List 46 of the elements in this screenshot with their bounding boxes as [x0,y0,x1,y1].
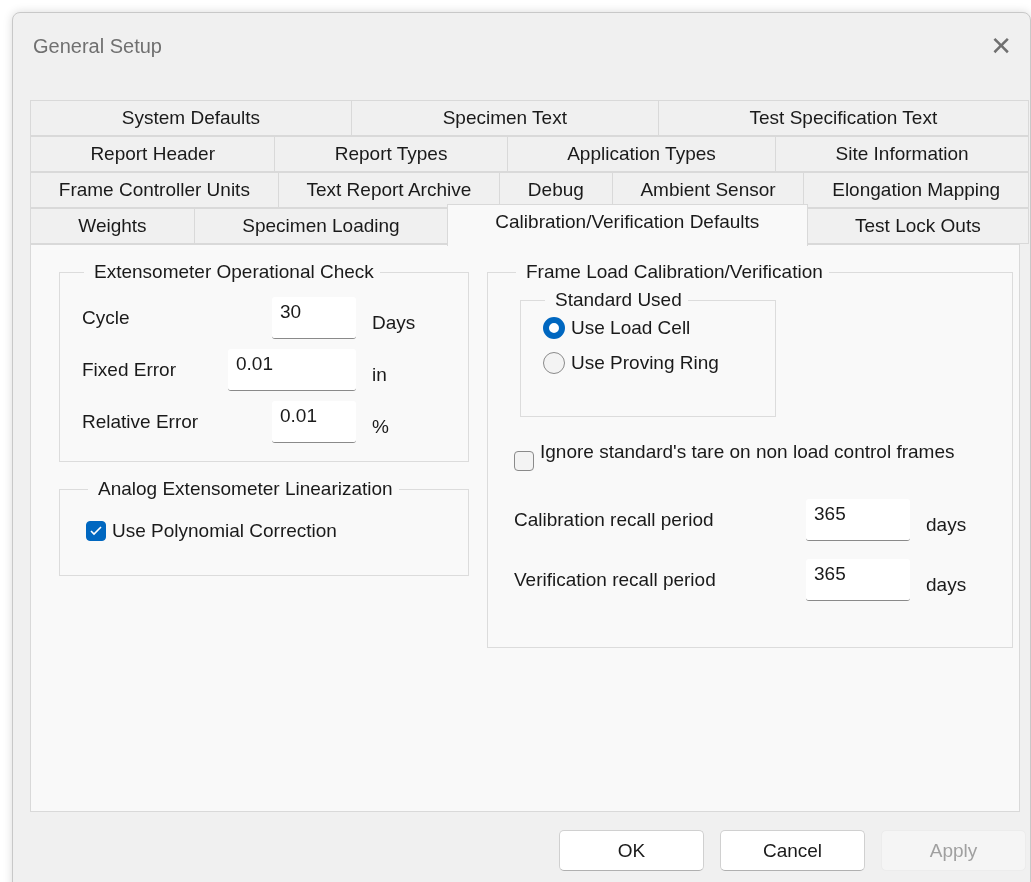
tab[interactable]: System Defaults [30,100,352,136]
radio-label: Use Load Cell [571,317,691,340]
tab[interactable]: Calibration/Verification Defaults [447,204,808,246]
field-label: Fixed Error [82,359,177,381]
dialog-button[interactable]: Cancel [720,830,865,871]
checkbox[interactable] [514,451,534,471]
dialog-button[interactable]: OK [559,830,704,871]
checkmark-icon [90,526,102,537]
tab[interactable]: Application Types [506,136,777,172]
window-title: General Setup [33,34,162,58]
input-field[interactable]: 365 [806,499,910,541]
unit-label: in [372,363,388,386]
unit-label: days [926,513,968,536]
field-label: Cycle [82,307,131,329]
unit-label: days [926,573,968,596]
tab[interactable]: Site Information [775,136,1029,172]
radio-button[interactable] [543,317,565,340]
input-field[interactable]: 0.01 [228,349,356,391]
input-field[interactable]: 365 [806,559,910,601]
tab[interactable]: Text Report Archive [277,172,501,208]
field-label: Calibration recall period [514,509,715,531]
radio-label: Use Proving Ring [571,351,719,375]
close-button[interactable]: ✕ [986,31,1016,61]
input-field[interactable]: 30 [272,297,356,339]
group-title: Frame Load Calibration/Verification [525,261,824,283]
radio-button[interactable] [543,352,565,375]
group-title: Analog Extensometer Linearization [97,478,394,500]
tab[interactable]: Weights [30,208,195,244]
unit-label: % [372,415,390,438]
tab[interactable]: Test Specification Text [657,100,1029,136]
tab[interactable]: Elongation Mapping [803,172,1029,208]
tab[interactable]: Report Header [30,136,276,172]
group-title: Standard Used [554,289,683,311]
checkbox-label: Use Polynomial Correction [112,520,337,543]
field-label: Verification recall period [514,569,717,591]
checkbox[interactable] [86,521,106,542]
field-label: Relative Error [82,411,200,433]
checkbox-label: Ignore standard's tare on non load control frames [540,441,955,464]
group-title: Extensometer Operational Check [93,261,375,283]
tab[interactable]: Specimen Text [350,100,659,136]
tab[interactable]: Specimen Loading [193,208,448,244]
input-field[interactable]: 0.01 [272,401,356,443]
tab[interactable]: Test Lock Outs [806,208,1029,244]
tab[interactable]: Report Types [274,136,508,172]
unit-label: Days [372,311,417,334]
tab[interactable]: Frame Controller Units [30,172,279,208]
